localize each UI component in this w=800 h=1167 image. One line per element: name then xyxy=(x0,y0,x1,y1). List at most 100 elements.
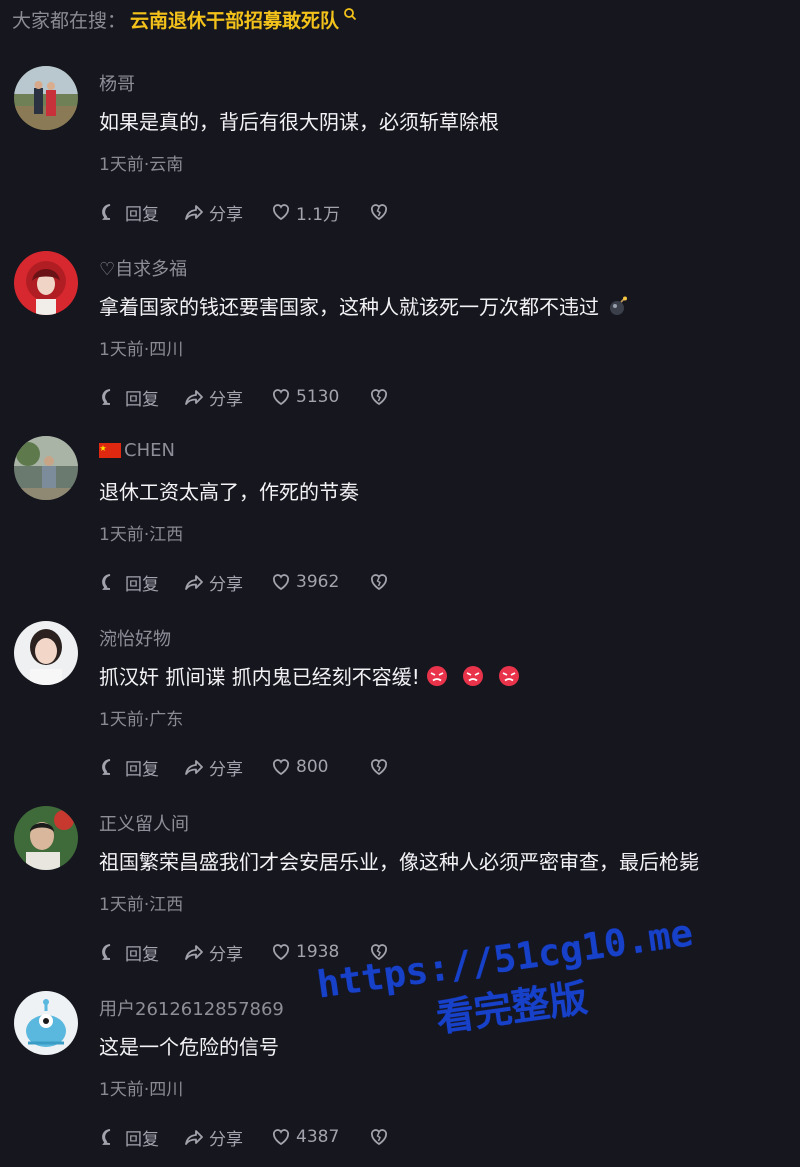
username[interactable]: 杨哥 xyxy=(99,70,135,96)
dislike-button[interactable] xyxy=(368,941,390,963)
comment-text-body: 这是一个危险的信号 xyxy=(99,1035,279,1059)
comment-text-body: 退休工资太高了，作死的节奏 xyxy=(99,480,359,504)
like-count: 4387 xyxy=(296,1127,340,1147)
share-button[interactable]: 分享 xyxy=(183,940,270,965)
like-button[interactable]: 800 xyxy=(270,756,360,778)
comment-text: 如果是真的，背后有很大阴谋，必须斩草除根 xyxy=(99,106,499,135)
share-label: 分享 xyxy=(209,204,243,225)
avatar[interactable] xyxy=(14,991,78,1055)
angry-face-icon xyxy=(462,665,483,686)
username[interactable]: 涴怡好物 xyxy=(99,625,171,651)
comment-item: CHEN 退休工资太高了，作死的节奏 1天前·江西 回复 分享 3962 xyxy=(0,436,800,621)
like-button[interactable]: 1.1万 xyxy=(270,200,360,225)
share-icon xyxy=(185,1130,203,1145)
comment-text: 这是一个危险的信号 xyxy=(99,1031,279,1060)
reply-button[interactable]: 回复 xyxy=(99,385,183,410)
comment-meta: 1天前·四川 xyxy=(99,1080,184,1100)
like-button[interactable]: 5130 xyxy=(270,386,360,408)
dislike-button[interactable] xyxy=(368,756,390,778)
comment-text-body: 如果是真的，背后有很大阴谋，必须斩草除根 xyxy=(99,110,499,134)
reply-label: 回复 xyxy=(125,204,159,225)
share-button[interactable]: 分享 xyxy=(183,1125,270,1150)
broken-heart-icon xyxy=(371,389,387,406)
broken-heart-icon xyxy=(371,204,387,221)
share-button[interactable]: 分享 xyxy=(183,755,270,780)
comment-meta: 1天前·江西 xyxy=(99,525,184,545)
avatar[interactable] xyxy=(14,436,78,500)
reply-icon xyxy=(102,944,111,960)
share-icon xyxy=(185,575,203,590)
search-icon xyxy=(344,8,357,21)
comment-text: 拿着国家的钱还要害国家，这种人就该死一万次都不违过 xyxy=(99,291,629,320)
angry-face-icon xyxy=(498,665,519,686)
heart-icon xyxy=(273,389,289,406)
dislike-button[interactable] xyxy=(368,1126,390,1148)
broken-heart-icon xyxy=(371,574,387,591)
username[interactable]: CHEN xyxy=(99,440,175,461)
share-label: 分享 xyxy=(209,759,243,780)
reply-button[interactable]: 回复 xyxy=(99,1125,183,1150)
dislike-button[interactable] xyxy=(368,201,390,223)
comment-text: 祖国繁荣昌盛我们才会安居乐业，像这种人必须严密审查，最后枪毙 xyxy=(99,846,699,875)
share-button[interactable]: 分享 xyxy=(183,385,270,410)
username[interactable]: ♡自求多福 xyxy=(99,255,187,281)
search-suggestion-bar[interactable]: 大家都在搜： 云南退休干部招募敢死队 xyxy=(12,2,357,36)
comment-text: 退休工资太高了，作死的节奏 xyxy=(99,476,359,505)
reply-label: 回复 xyxy=(125,1129,159,1150)
heart-icon xyxy=(273,944,289,961)
heart-icon xyxy=(273,1129,289,1146)
username[interactable]: 用户2612612857869 xyxy=(99,995,284,1021)
heart-icon xyxy=(273,759,289,776)
share-icon xyxy=(185,205,203,220)
comment-item: 用户2612612857869 这是一个危险的信号 1天前·四川 回复 分享 4… xyxy=(0,991,800,1167)
heart-icon xyxy=(273,204,289,221)
comment-actions: 回复 分享 1.1万 xyxy=(99,199,390,225)
comment-actions: 回复 分享 800 xyxy=(99,754,390,780)
comment-actions: 回复 分享 4387 xyxy=(99,1124,390,1150)
comment-text-body: 抓汉奸 抓间谍 抓内鬼已经刻不容缓! xyxy=(99,665,420,689)
comment-item: 正义留人间 祖国繁荣昌盛我们才会安居乐业，像这种人必须严密审查，最后枪毙 1天前… xyxy=(0,806,800,991)
like-button[interactable]: 1938 xyxy=(270,941,360,963)
like-count: 1.1万 xyxy=(296,204,341,225)
reply-icon xyxy=(102,204,111,220)
avatar[interactable] xyxy=(14,251,78,315)
comment-meta: 1天前·江西 xyxy=(99,895,184,915)
comment-text: 抓汉奸 抓间谍 抓内鬼已经刻不容缓! xyxy=(99,661,520,690)
reply-icon xyxy=(102,759,111,775)
search-label: 大家都在搜： xyxy=(12,9,127,32)
share-label: 分享 xyxy=(209,574,243,595)
reply-button[interactable]: 回复 xyxy=(99,755,183,780)
reply-button[interactable]: 回复 xyxy=(99,570,183,595)
avatar[interactable] xyxy=(14,806,78,870)
like-button[interactable]: 4387 xyxy=(270,1126,360,1148)
username[interactable]: 正义留人间 xyxy=(99,810,189,836)
reply-icon xyxy=(102,389,111,405)
comment-meta: 1天前·四川 xyxy=(99,340,184,360)
reply-label: 回复 xyxy=(125,759,159,780)
share-icon xyxy=(185,945,203,960)
comment-meta: 1天前·云南 xyxy=(99,155,184,175)
like-count: 5130 xyxy=(296,387,340,407)
broken-heart-icon xyxy=(371,1129,387,1146)
share-icon xyxy=(185,760,203,775)
avatar[interactable] xyxy=(14,66,78,130)
avatar[interactable] xyxy=(14,621,78,685)
like-count: 1938 xyxy=(296,942,340,962)
broken-heart-icon xyxy=(371,759,387,776)
reply-icon xyxy=(102,1129,111,1145)
share-label: 分享 xyxy=(209,389,243,410)
reply-label: 回复 xyxy=(125,944,159,965)
share-button[interactable]: 分享 xyxy=(183,200,270,225)
username-text: CHEN xyxy=(124,440,175,461)
dislike-button[interactable] xyxy=(368,386,390,408)
search-keyword-link[interactable]: 云南退休干部招募敢死队 xyxy=(130,6,339,33)
reply-button[interactable]: 回复 xyxy=(99,200,183,225)
angry-face-icon xyxy=(426,665,447,686)
comment-text-body: 拿着国家的钱还要害国家，这种人就该死一万次都不违过 xyxy=(99,295,599,319)
dislike-button[interactable] xyxy=(368,571,390,593)
share-label: 分享 xyxy=(209,944,243,965)
like-button[interactable]: 3962 xyxy=(270,571,360,593)
reply-label: 回复 xyxy=(125,389,159,410)
reply-button[interactable]: 回复 xyxy=(99,940,183,965)
share-button[interactable]: 分享 xyxy=(183,570,270,595)
